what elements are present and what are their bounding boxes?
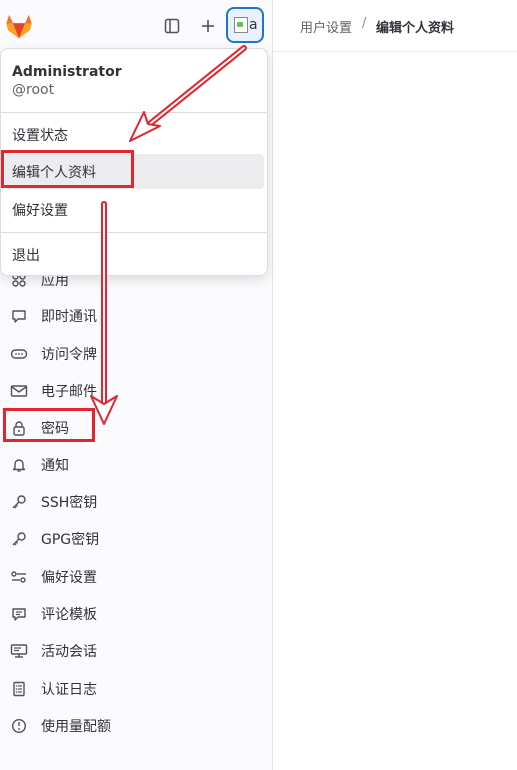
monitor-icon: [10, 642, 28, 660]
menu-divider: [1, 112, 267, 113]
breadcrumb-separator: /: [362, 16, 367, 31]
sidebar-item-ssh-keys[interactable]: SSH密钥: [0, 484, 273, 520]
menu-item-sign-out[interactable]: 退出: [5, 237, 264, 272]
sidebar-toggle-icon[interactable]: [158, 12, 186, 40]
sidebar-item-label: 认证日志: [41, 682, 97, 698]
sidebar-item-label: GPG密钥: [41, 532, 100, 548]
key-icon: [10, 530, 28, 548]
menu-divider: [1, 232, 267, 233]
menu-item-label: 偏好设置: [12, 202, 68, 219]
menu-item-preferences[interactable]: 偏好设置: [5, 192, 264, 227]
sidebar-item-label: 即时通讯: [41, 309, 97, 325]
sidebar-item-label: 评论模板: [41, 607, 97, 623]
breadcrumb: 用户设置 / 编辑个人资料: [273, 0, 517, 52]
comment-icon: [10, 307, 28, 325]
annotation-box-edit-profile: [1, 150, 134, 188]
sidebar-item-label: 访问令牌: [41, 347, 97, 363]
sidebar-item-label: SSH密钥: [41, 495, 98, 511]
sidebar-item-label: 通知: [41, 458, 69, 474]
user-avatar-button[interactable]: a: [226, 7, 264, 43]
breadcrumb-edit-profile: 编辑个人资料: [376, 21, 455, 36]
token-icon: [10, 345, 28, 363]
menu-item-label: 设置状态: [12, 127, 68, 144]
user-full-name[interactable]: Administrator: [12, 64, 122, 80]
comment-template-icon: [10, 605, 28, 623]
sidebar-item-auth-log[interactable]: 认证日志: [0, 671, 273, 707]
preferences-icon: [10, 568, 28, 586]
annotation-box-password: [3, 408, 95, 442]
sidebar-item-label: 使用量配额: [41, 719, 111, 735]
sidebar-item-active-sessions[interactable]: 活动会话: [0, 633, 273, 669]
sidebar-item-notifications[interactable]: 通知: [0, 447, 273, 483]
user-username[interactable]: @root: [12, 82, 54, 98]
sidebar-item-label: 偏好设置: [41, 570, 97, 586]
sidebar-item-label: 电子邮件: [41, 384, 97, 400]
sidebar-item-preferences[interactable]: 偏好设置: [0, 559, 273, 595]
sidebar-item-comment-templates[interactable]: 评论模板: [0, 596, 273, 632]
sidebar-item-label: 活动会话: [41, 644, 97, 660]
sidebar-item-access-tokens[interactable]: 访问令牌: [0, 336, 273, 372]
bell-icon: [10, 456, 28, 474]
avatar-alt-text: a: [249, 17, 258, 33]
sidebar-item-gpg-keys[interactable]: GPG密钥: [0, 521, 273, 557]
log-icon: [10, 680, 28, 698]
quota-icon: [10, 717, 28, 735]
sidebar-item-usage-quotas[interactable]: 使用量配额: [0, 708, 273, 744]
menu-item-label: 退出: [12, 247, 40, 264]
sidebar-item-chat[interactable]: 即时通讯: [0, 298, 273, 334]
mail-icon: [10, 382, 28, 400]
plus-icon[interactable]: [194, 12, 222, 40]
breadcrumb-user-settings[interactable]: 用户设置: [300, 17, 352, 36]
sidebar-item-emails[interactable]: 电子邮件: [0, 373, 273, 409]
broken-image-icon: [234, 17, 248, 33]
gitlab-logo-icon[interactable]: [4, 11, 34, 41]
menu-item-set-status[interactable]: 设置状态: [5, 117, 264, 152]
key-icon: [10, 493, 28, 511]
